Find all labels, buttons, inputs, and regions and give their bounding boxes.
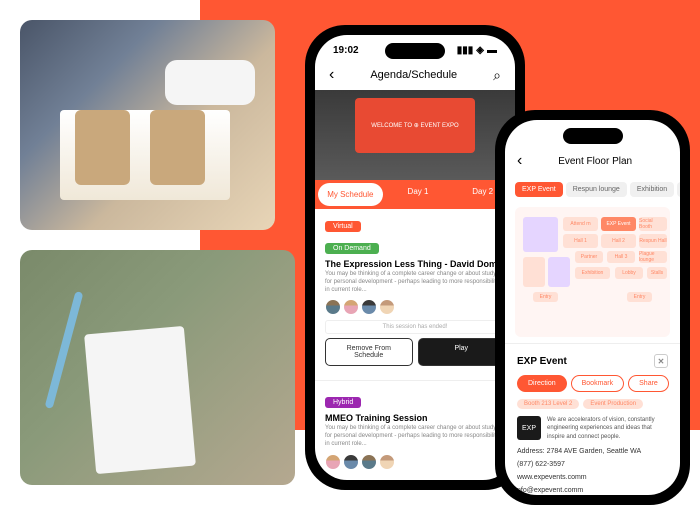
- avatar[interactable]: [343, 299, 359, 315]
- exhibitor-email: nfo@expevent.comm: [517, 487, 668, 494]
- phone-notch: [563, 128, 623, 144]
- tablet-stand: [75, 110, 130, 185]
- booth-tag: Event Production: [583, 399, 643, 409]
- session-card: Hybrid ☆ MMEO Training Session You may b…: [315, 385, 515, 480]
- page-title: Agenda/Schedule: [370, 69, 457, 81]
- exhibitor-tagline: We are accelerators of vision, constantl…: [547, 416, 668, 441]
- booth-tag: Booth 213 Level 2: [517, 399, 579, 409]
- search-icon[interactable]: ⌕: [493, 67, 501, 84]
- floor-block[interactable]: [523, 257, 545, 287]
- tab-exp-event[interactable]: EXP Event: [515, 182, 563, 197]
- page-title: Event Floor Plan: [522, 156, 668, 167]
- floor-block[interactable]: Respun Hall: [639, 234, 667, 248]
- phone-agenda: 19:02 ▮▮▮ ◈ ▬ ‹ Agenda/Schedule ⌕ WELCOM…: [305, 25, 525, 490]
- floor-block[interactable]: Partner: [575, 251, 603, 263]
- floorplan-map[interactable]: Attend rn EXP Event Social Booth Hall 1 …: [515, 207, 670, 337]
- exhibitor-logo: EXP: [517, 416, 541, 440]
- floor-block[interactable]: Attend rn: [563, 217, 598, 231]
- hero-banner: WELCOME TO ⊕ EVENT EXPO: [315, 90, 515, 180]
- tablet-stand: [150, 110, 205, 185]
- avatar[interactable]: [361, 454, 377, 470]
- floor-block[interactable]: Social Booth: [639, 217, 667, 231]
- floor-block[interactable]: [548, 257, 570, 287]
- play-button[interactable]: Play: [418, 338, 506, 366]
- back-icon[interactable]: ‹: [329, 66, 334, 84]
- schedule-tabs: My Schedule Day 1 Day 2: [315, 180, 515, 209]
- badge-hybrid: Hybrid: [325, 397, 361, 408]
- speaker-avatars: [325, 299, 505, 315]
- session-card: Virtual ☆ On Demand The Expression Less …: [315, 209, 515, 376]
- session-desc: You may be thinking of a complete career…: [325, 425, 505, 448]
- wifi-icon: ◈: [476, 45, 484, 56]
- booth-detail-card: EXP Event ✕ Direction Bookmark Share Boo…: [505, 343, 680, 495]
- booth-title: EXP Event: [517, 356, 567, 367]
- floor-entry[interactable]: Entry: [533, 292, 558, 302]
- avatar[interactable]: [379, 454, 395, 470]
- exhibitor-phone: (877) 622-3597: [517, 461, 668, 468]
- badge-virtual: Virtual: [325, 221, 361, 232]
- exhibitor-web: www.expevents.comm: [517, 474, 668, 481]
- battery-icon: ▬: [487, 45, 497, 56]
- floor-block[interactable]: Hall 2: [601, 234, 636, 248]
- floor-tabs: EXP Event Respun lounge Exhibition Exhib…: [505, 178, 680, 201]
- floor-block[interactable]: Hall 3: [607, 251, 635, 263]
- tab-day1[interactable]: Day 1: [386, 180, 451, 209]
- bookmark-button[interactable]: Bookmark: [571, 375, 625, 392]
- floor-entry[interactable]: Entry: [627, 292, 652, 302]
- session-desc: You may be thinking of a complete career…: [325, 271, 505, 294]
- photo-badge-handoff: [20, 250, 295, 485]
- floor-block[interactable]: Stalls: [647, 267, 667, 279]
- remove-button[interactable]: Remove From Schedule: [325, 338, 413, 366]
- avatar[interactable]: [343, 454, 359, 470]
- session-title: The Expression Less Thing - David Dom: [325, 259, 505, 269]
- phone-floorplan: ‹ Event Floor Plan EXP Event Respun loun…: [495, 110, 690, 505]
- avatar[interactable]: [361, 299, 377, 315]
- floor-block[interactable]: Lobby: [615, 267, 643, 279]
- exhibitor-address: Address: 2784 AVE Garden, Seattle WA: [517, 448, 668, 455]
- close-icon[interactable]: ✕: [654, 354, 668, 368]
- speaker-avatars: [325, 454, 505, 470]
- tab-respun[interactable]: Respun lounge: [566, 182, 627, 197]
- floor-block[interactable]: Plague lounge: [639, 251, 667, 263]
- session-title: MMEO Training Session: [325, 413, 505, 423]
- share-button[interactable]: Share: [628, 375, 669, 392]
- badge-ondemand: On Demand: [325, 243, 379, 254]
- session-ended-notice: This session has ended!: [325, 320, 505, 334]
- tab-exhibition2[interactable]: Exhibition: [677, 182, 680, 197]
- photo-checkin-tablets: [20, 20, 275, 230]
- status-time: 19:02: [333, 45, 359, 56]
- phone-notch: [385, 43, 445, 59]
- avatar[interactable]: [325, 454, 341, 470]
- signal-icon: ▮▮▮: [457, 45, 474, 56]
- floor-block[interactable]: [523, 217, 558, 252]
- divider: [315, 380, 515, 381]
- tab-my-schedule[interactable]: My Schedule: [318, 183, 383, 206]
- stage-screen: WELCOME TO ⊕ EVENT EXPO: [355, 98, 475, 153]
- floor-block[interactable]: Exhibition: [575, 267, 610, 279]
- avatar[interactable]: [379, 299, 395, 315]
- floor-block-active[interactable]: EXP Event: [601, 217, 636, 231]
- floor-block[interactable]: Hall 1: [563, 234, 598, 248]
- avatar[interactable]: [325, 299, 341, 315]
- direction-button[interactable]: Direction: [517, 375, 567, 392]
- tab-exhibition[interactable]: Exhibition: [630, 182, 674, 197]
